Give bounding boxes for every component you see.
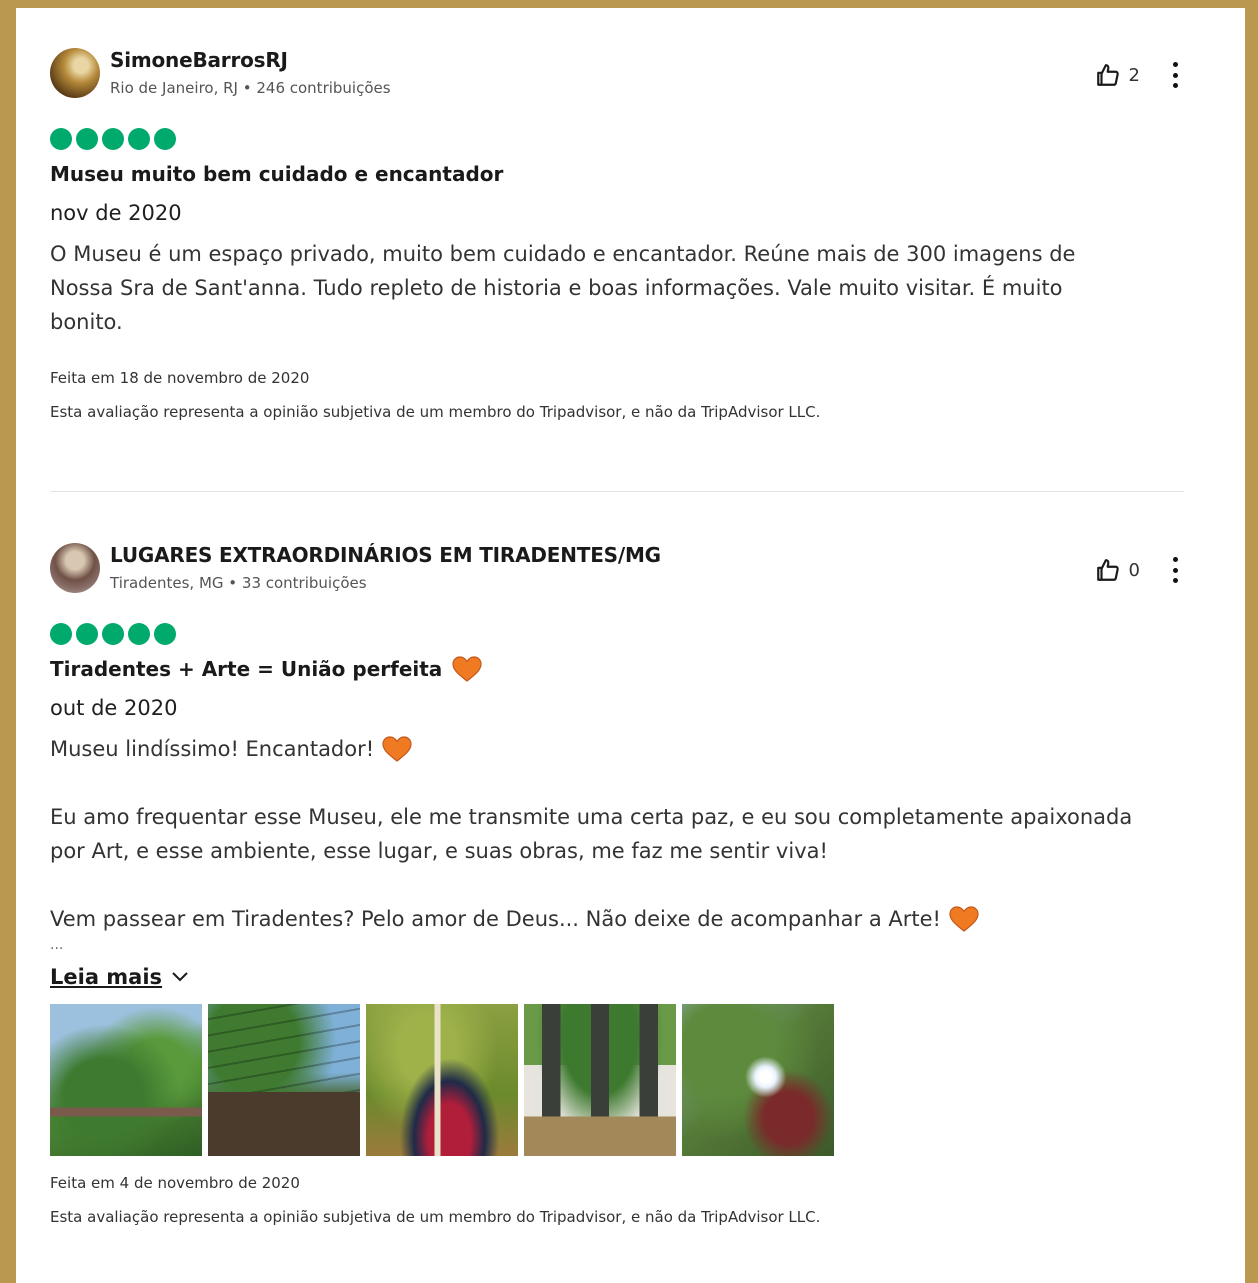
review-photo[interactable] [682,1004,834,1156]
user-meta: Tiradentes, MG • 33 contribuições [110,574,367,592]
rating-bubble [128,623,150,645]
rating-bubble [50,623,72,645]
rating-bubbles [50,623,1200,646]
review-body-line: Nossa Sra de Sant'anna. Tudo repleto de … [50,276,1063,300]
review-header: LUGARES EXTRAORDINÁRIOS EM TIRADENTES/MG… [50,543,1200,603]
review-body-line: Vem passear em Tiradentes? Pelo amor de … [50,902,1180,936]
rating-bubble [76,623,98,645]
user-avatar[interactable] [50,543,100,593]
review-photo[interactable] [366,1004,518,1156]
username-link[interactable]: LUGARES EXTRAORDINÁRIOS EM TIRADENTES/MG [110,543,661,567]
reviews-panel: SimoneBarrosRJ Rio de Janeiro, RJ • 246 … [16,8,1245,1283]
review-photo[interactable] [524,1004,676,1156]
rating-bubble [154,128,176,150]
read-more-link[interactable]: Leia mais [50,960,190,994]
rating-bubble [76,128,98,150]
rating-bubble [50,128,72,150]
heart-icon [452,656,482,682]
rating-bubble [128,128,150,150]
helpful-count: 2 [1128,64,1140,86]
username-link[interactable]: SimoneBarrosRJ [110,48,288,72]
rating-bubble [154,623,176,645]
review-body-text: Vem passear em Tiradentes? Pelo amor de … [50,907,941,931]
more-options-icon[interactable] [1170,555,1180,585]
review-body-text: Museu lindíssimo! Encantador! [50,737,375,761]
heart-icon [382,736,412,762]
review-disclaimer: Esta avaliação representa a opinião subj… [50,1208,821,1226]
written-date: Feita em 4 de novembro de 2020 [50,1174,300,1192]
review-body-line: Eu amo frequentar esse Museu, ele me tra… [50,805,1133,829]
truncation-ellipsis: ... [50,937,64,953]
review-body-line [50,766,1180,800]
helpful-vote-button[interactable]: 0 [1095,557,1140,583]
review-body: O Museu é um espaço privado, muito bem c… [50,237,1180,339]
written-date: Feita em 18 de novembro de 2020 [50,369,310,387]
review-title-text: Tiradentes + Arte = União perfeita [50,657,443,681]
review-card: LUGARES EXTRAORDINÁRIOS EM TIRADENTES/MG… [50,543,1200,1228]
review-body-line: bonito. [50,310,123,334]
heart-icon [949,906,979,932]
review-header: SimoneBarrosRJ Rio de Janeiro, RJ • 246 … [50,48,1200,108]
review-card: SimoneBarrosRJ Rio de Janeiro, RJ • 246 … [50,48,1200,423]
review-title[interactable]: Tiradentes + Arte = União perfeita [50,652,1200,686]
user-meta: Rio de Janeiro, RJ • 246 contribuições [110,79,391,97]
helpful-count: 0 [1128,559,1140,581]
chevron-down-icon [172,972,188,982]
visit-date: out de 2020 [50,696,178,720]
user-avatar[interactable] [50,48,100,98]
thumbs-up-icon [1096,64,1119,86]
review-body-line [50,868,1180,902]
review-divider [50,491,1184,492]
rating-bubbles [50,128,1200,151]
review-disclaimer: Esta avaliação representa a opinião subj… [50,403,821,421]
visit-date: nov de 2020 [50,201,182,225]
review-title[interactable]: Museu muito bem cuidado e encantador [50,157,1200,191]
review-title-text: Museu muito bem cuidado e encantador [50,162,504,186]
read-more-label: Leia mais [50,965,163,989]
review-body-line: Museu lindíssimo! Encantador! [50,732,1180,766]
review-body: Museu lindíssimo! Encantador! Eu amo fre… [50,732,1180,936]
rating-bubble [102,623,124,645]
review-photos [50,1004,1200,1156]
review-body-line: por Art, e esse ambiente, esse lugar, e … [50,839,828,863]
helpful-vote-button[interactable]: 2 [1095,62,1140,88]
review-photo[interactable] [208,1004,360,1156]
rating-bubble [102,128,124,150]
review-body-line: O Museu é um espaço privado, muito bem c… [50,242,1076,266]
more-options-icon[interactable] [1170,60,1180,90]
thumbs-up-icon [1096,559,1119,581]
review-photo[interactable] [50,1004,202,1156]
